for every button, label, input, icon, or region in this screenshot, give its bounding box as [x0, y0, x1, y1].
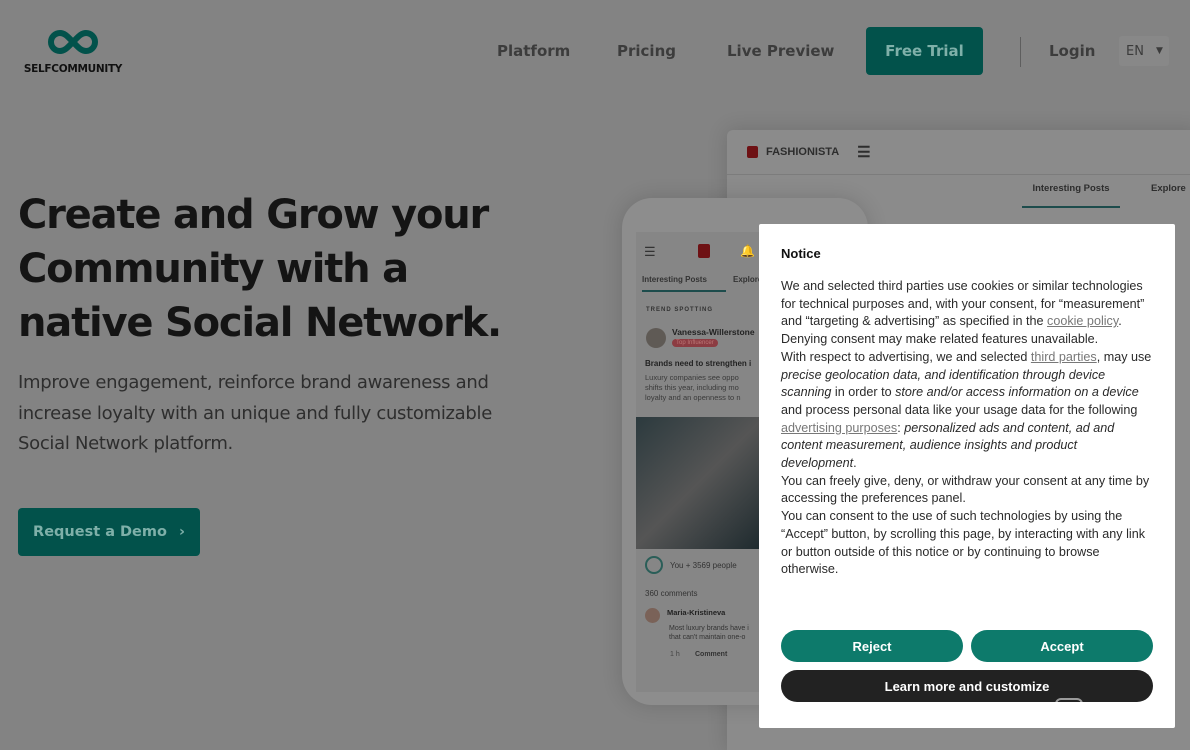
infinity-logo-icon: [48, 29, 98, 55]
advertising-purposes-link[interactable]: advertising purposes: [781, 421, 897, 435]
revain-logo-icon: [1055, 698, 1083, 726]
chevron-down-icon: ▼: [1155, 46, 1163, 56]
nav-pricing[interactable]: Pricing: [617, 42, 676, 60]
desktop-tab-interesting: Interesting Posts: [1022, 183, 1120, 208]
section-label: TREND SPOTTING: [646, 307, 714, 313]
desktop-brand: FASHIONISTA: [766, 146, 840, 158]
notice-paragraph-4: You can consent to the use of such techn…: [781, 509, 1146, 577]
nav-live-preview[interactable]: Live Preview: [727, 42, 834, 60]
post-image: [636, 417, 761, 549]
nav-platform[interactable]: Platform: [497, 42, 570, 60]
post-text: Luxury companies see oppo shifts this ye…: [645, 373, 741, 402]
commenter-name: Maria-Kristineva: [667, 608, 726, 617]
free-trial-button[interactable]: Free Trial: [866, 27, 983, 75]
author-badge: Top Influencer: [672, 339, 718, 347]
author-avatar: [646, 328, 666, 348]
language-select[interactable]: EN ▼: [1119, 36, 1169, 66]
language-value: EN: [1126, 43, 1144, 59]
cookie-policy-link[interactable]: cookie policy: [1047, 314, 1118, 328]
menu-icon: ☰: [857, 144, 871, 161]
notice-title: Notice: [781, 246, 821, 261]
request-demo-button[interactable]: Request a Demo ›: [18, 508, 200, 556]
request-demo-label: Request a Demo: [33, 524, 167, 540]
brand-badge-icon: [747, 146, 758, 158]
hero-subtitle: Improve engagement, reinforce brand awar…: [18, 372, 493, 454]
notice-paragraph-3: You can freely give, deny, or withdraw y…: [781, 473, 1150, 506]
accept-button[interactable]: Accept: [971, 630, 1153, 662]
bell-icon: 🔔: [740, 244, 755, 258]
revain-watermark: Revain: [1055, 698, 1147, 726]
comment-text: Most luxury brands have i that can't mai…: [669, 625, 749, 641]
phone-tab-interesting: Interesting Posts: [642, 275, 726, 292]
post-title: Brands need to strengthen i: [645, 359, 752, 368]
commenter-avatar: [645, 608, 660, 623]
nav-divider: [1020, 37, 1021, 67]
cookie-notice-dialog: Notice We and selected third parties use…: [759, 224, 1175, 728]
comment-time: 1 h: [670, 651, 680, 658]
reject-button[interactable]: Reject: [781, 630, 963, 662]
comment-action: Comment: [695, 651, 728, 658]
like-icon: [645, 556, 663, 574]
likes-count: You + 3569 people: [670, 561, 737, 570]
brand-badge-icon: [698, 244, 710, 258]
notice-paragraph-1: We and selected third parties use cookie…: [781, 279, 1145, 347]
notice-paragraph-2: With respect to advertising, we and sele…: [781, 349, 1152, 471]
phone-tab-explore: Explore: [733, 275, 763, 284]
desktop-tab-explore: Explore: [1151, 183, 1186, 194]
comments-count: 360 comments: [645, 589, 698, 598]
hero-title: Create and Grow your Community with a na…: [18, 192, 502, 346]
author-name: Vanessa-Willerstone: [672, 327, 755, 337]
third-parties-link[interactable]: third parties: [1031, 350, 1097, 364]
logo-text: SELFCOMMUNITY: [23, 63, 123, 75]
logo[interactable]: SELFCOMMUNITY: [18, 28, 128, 75]
menu-icon: ☰: [644, 244, 656, 259]
chevron-right-icon: ›: [178, 524, 185, 540]
login-link[interactable]: Login: [1049, 42, 1095, 60]
